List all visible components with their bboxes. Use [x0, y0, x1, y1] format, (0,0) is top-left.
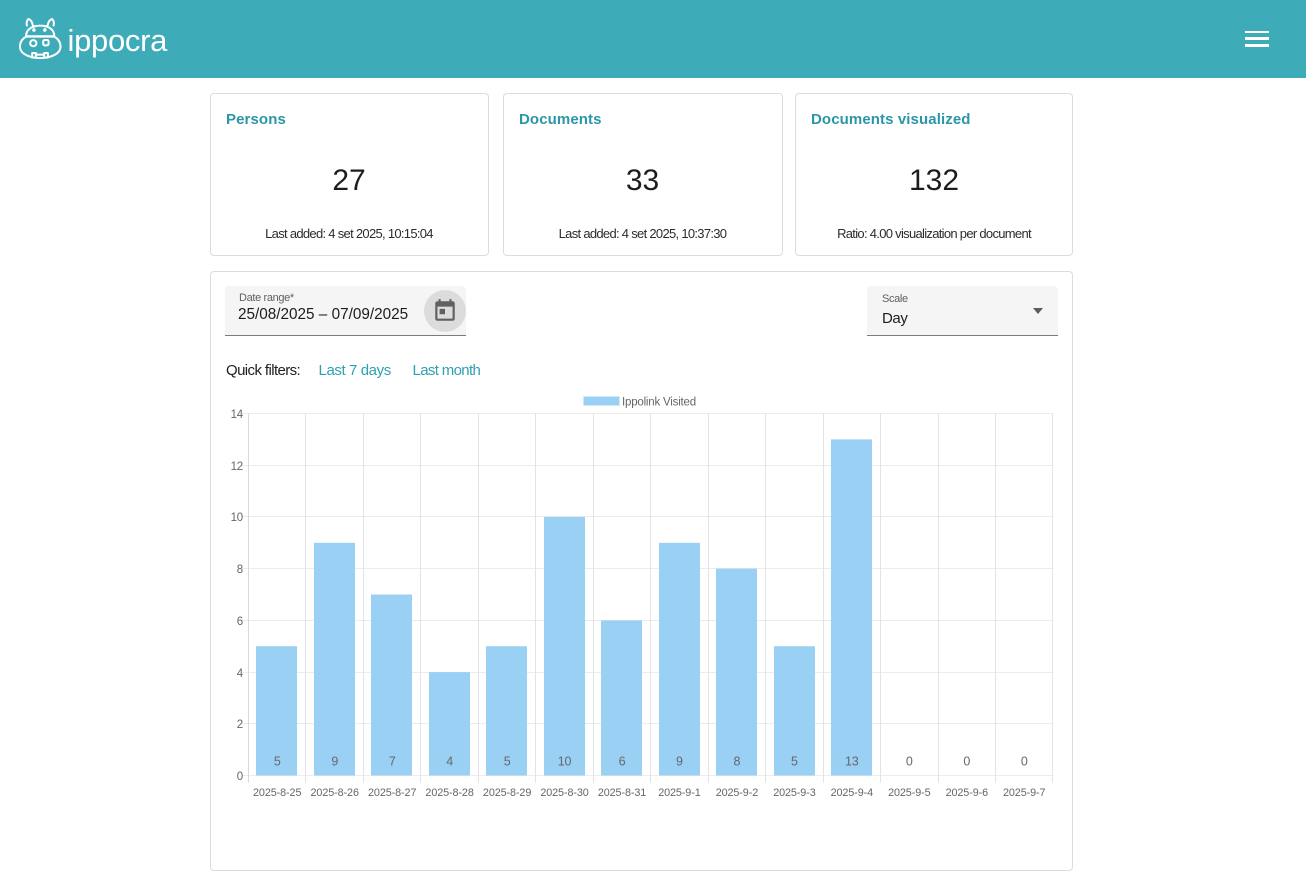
svg-text:10: 10: [558, 755, 572, 769]
svg-text:Ippolink Visited: Ippolink Visited: [622, 397, 696, 409]
svg-text:4: 4: [446, 755, 453, 769]
svg-text:10: 10: [231, 512, 243, 524]
svg-text:2025-9-6: 2025-9-6: [946, 787, 989, 799]
svg-text:6: 6: [619, 755, 626, 769]
svg-text:5: 5: [791, 755, 798, 769]
svg-text:8: 8: [734, 755, 741, 769]
svg-text:2025-8-25: 2025-8-25: [253, 787, 301, 799]
svg-text:5: 5: [504, 755, 511, 769]
svg-text:6: 6: [237, 616, 243, 628]
svg-text:0: 0: [1021, 755, 1028, 769]
svg-text:14: 14: [231, 409, 244, 421]
svg-text:2025-9-2: 2025-9-2: [716, 787, 759, 799]
svg-text:0: 0: [963, 755, 970, 769]
svg-text:4: 4: [237, 668, 244, 680]
svg-text:2025-9-1: 2025-9-1: [658, 787, 701, 799]
svg-text:2025-9-7: 2025-9-7: [1003, 787, 1046, 799]
svg-text:2025-8-29: 2025-8-29: [483, 787, 531, 799]
svg-text:2025-8-30: 2025-8-30: [540, 787, 588, 799]
svg-text:2: 2: [237, 719, 243, 731]
svg-text:9: 9: [331, 755, 338, 769]
svg-text:7: 7: [389, 755, 396, 769]
svg-text:2025-9-3: 2025-9-3: [773, 787, 816, 799]
svg-text:2025-8-26: 2025-8-26: [311, 787, 359, 799]
svg-text:2025-8-31: 2025-8-31: [598, 787, 646, 799]
svg-text:9: 9: [676, 755, 683, 769]
svg-text:2025-8-28: 2025-8-28: [425, 787, 473, 799]
svg-text:2025-9-4: 2025-9-4: [831, 787, 874, 799]
svg-text:5: 5: [274, 755, 281, 769]
svg-text:12: 12: [231, 461, 243, 473]
svg-text:13: 13: [845, 755, 859, 769]
svg-text:0: 0: [237, 771, 243, 783]
svg-text:0: 0: [906, 755, 913, 769]
svg-text:2025-9-5: 2025-9-5: [888, 787, 931, 799]
svg-text:2025-8-27: 2025-8-27: [368, 787, 416, 799]
svg-text:8: 8: [237, 564, 243, 576]
